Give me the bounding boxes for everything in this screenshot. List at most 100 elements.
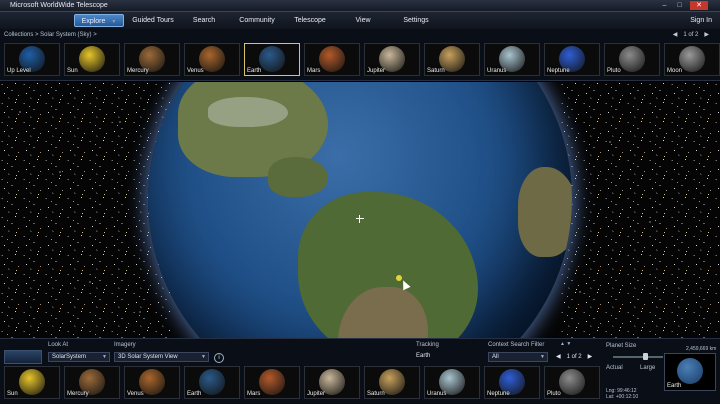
prev-page-icon[interactable]: ◀ [556,354,561,360]
collection-thumbnails: Up Level Sun Mercury Venus Earth Mars Jupiter S… [4,43,720,76]
arrow-down-icon[interactable]: ▼ [566,341,571,347]
menu-community[interactable]: Community [232,14,282,27]
close-icon[interactable]: ✕ [690,1,708,10]
context-thumbnail-button[interactable] [4,350,42,364]
menu-telescope[interactable]: Telescope [288,14,332,27]
sun-icon [79,46,105,72]
context-thumb-label: Saturn [367,391,385,397]
menu-explore-label: Explore [81,18,106,25]
page-indicator: 1 of 2 [566,354,582,360]
sun-icon [19,369,45,395]
thumb-pluto[interactable]: Pluto [604,43,660,76]
breadcrumb[interactable]: Collections > Solar System (Sky) > [4,32,97,38]
menu-search-label: Search [192,17,216,24]
land-central-america [268,157,328,197]
context-thumb-label: Uranus [427,391,447,397]
context-thumb-uranus[interactable]: Uranus [424,366,480,399]
menu-settings-label: Settings [403,17,429,24]
look-at-label: Look At [48,342,69,348]
thumb-up-level[interactable]: Up Level [4,43,60,76]
thumb-uranus[interactable]: Uranus [484,43,540,76]
thumb-label: Neptune [547,68,570,74]
context-thumb-label: Mars [247,391,261,397]
context-thumb-sun[interactable]: Sun [4,366,60,399]
menu-search[interactable]: Search [184,14,224,27]
thumb-label: Uranus [487,68,507,74]
menu-guided-tours[interactable]: Guided Tours [127,14,179,27]
thumb-label: Up Level [7,68,31,74]
info-icon[interactable]: i [214,353,224,363]
chevron-down-icon: ▼ [201,354,206,360]
earth-preview-icon [677,358,703,384]
maximize-icon[interactable]: □ [673,1,686,10]
chevron-down-icon: ▼ [111,19,117,25]
chevron-down-icon: ▼ [540,354,545,360]
mars-icon [259,369,285,395]
planet-size-slider[interactable] [613,356,663,358]
planet-size-label: Planet Size [606,343,637,349]
menu-community-label: Community [239,17,275,24]
tracking-label: Tracking [416,342,439,348]
context-thumb-jupiter[interactable]: Jupiter [304,366,360,399]
thumb-label: Venus [187,68,204,74]
thumb-mars[interactable]: Mars [304,43,360,76]
context-thumb-pluto[interactable]: Pluto [544,366,600,399]
imagery-select[interactable]: 3D Solar System View ▼ [114,352,209,362]
context-thumb-label: Venus [127,391,144,397]
starfield-left [0,82,170,338]
context-thumb-label: Pluto [547,391,561,397]
planet-size-slider-knob[interactable] [643,353,648,360]
thumb-mercury[interactable]: Mercury [124,43,180,76]
arrow-up-icon[interactable]: ▲ [560,341,565,347]
starfield-right [560,82,720,338]
menu-telescope-label: Telescope [294,17,326,24]
context-thumbnails: Sun Mercury Venus Earth Mars Jupiter Saturn Ura… [4,366,604,399]
thumb-venus[interactable]: Venus [184,43,240,76]
prev-page-icon[interactable]: ◀ [673,32,678,38]
context-thumb-venus[interactable]: Venus [124,366,180,399]
menu-settings[interactable]: Settings [398,14,434,27]
context-thumb-mars[interactable]: Mars [244,366,300,399]
minimize-icon[interactable]: – [658,1,671,10]
imagery-value: 3D Solar System View [118,354,178,360]
sign-in-button[interactable]: Sign In [690,14,712,27]
thumb-moon[interactable]: Moon [664,43,720,76]
context-thumb-label: Sun [7,391,18,397]
context-thumb-earth[interactable]: Earth [184,366,240,399]
earth-preview[interactable]: Earth [664,353,716,391]
thumb-sun[interactable]: Sun [64,43,120,76]
collections-pager: ◀ 1 of 2 ▶ [670,31,712,38]
menu-explore[interactable]: Explore ▼ [74,14,124,27]
earth-preview-label: Earth [667,383,682,389]
menu-view-label: View [355,17,371,24]
pluto-icon [619,46,645,72]
menu-view[interactable]: View [348,14,378,27]
thumb-neptune[interactable]: Neptune [544,43,600,76]
look-at-select[interactable]: SolarSystem ▼ [48,352,110,362]
context-thumb-mercury[interactable]: Mercury [64,366,120,399]
earth-globe[interactable] [148,82,572,338]
thumb-label: Jupiter [367,68,386,74]
sky-view[interactable]: ▲ [0,82,720,338]
next-page-icon[interactable]: ▶ [588,354,593,360]
chevron-down-icon: ▼ [102,354,107,360]
context-thumb-saturn[interactable]: Saturn [364,366,420,399]
next-page-icon[interactable]: ▶ [704,32,709,38]
mars-icon [319,46,345,72]
thumb-label: Pluto [607,68,621,74]
thumb-earth[interactable]: Earth [244,43,300,76]
context-thumb-neptune[interactable]: Neptune [484,366,540,399]
thumb-label: Moon [667,68,683,74]
imagery-label: Imagery [114,342,136,348]
context-arrows: ▲ ▼ [560,341,571,347]
collections-panel: Collections > Solar System (Sky) > ◀ 1 of… [0,29,720,81]
pluto-icon [559,369,585,395]
thumb-label: Mercury [127,68,149,74]
context-search-select[interactable]: All ▼ [488,352,548,362]
thumb-jupiter[interactable]: Jupiter [364,43,420,76]
menu-bar: Explore ▼ Guided Tours Search Community T… [0,12,720,29]
moon-icon [679,46,705,72]
context-search-label: Context Search Filter [488,342,545,348]
tracking-value: Earth [416,353,431,359]
thumb-saturn[interactable]: Saturn [424,43,480,76]
